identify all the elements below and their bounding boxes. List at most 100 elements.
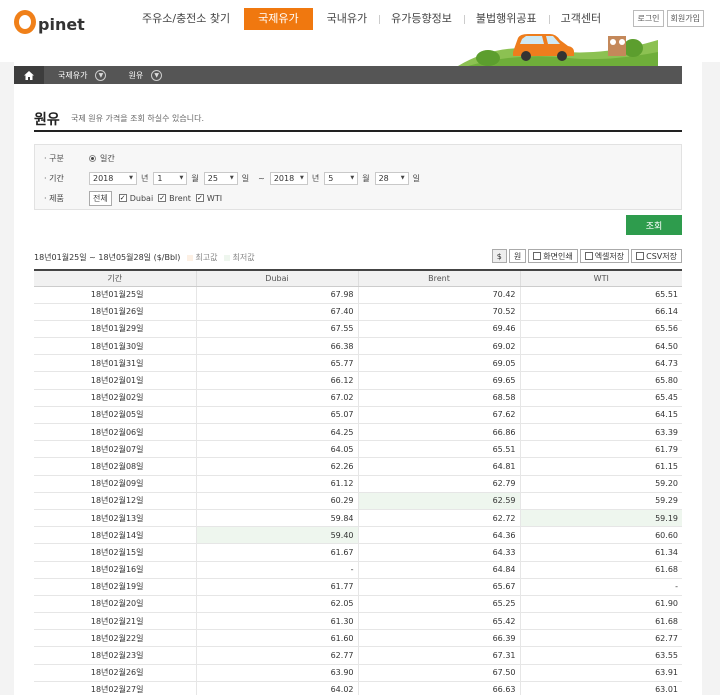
dollar-button[interactable]: $ xyxy=(491,249,507,263)
table-row: 18년02월13일 59.84 62.72 59.19 xyxy=(34,509,682,528)
price-cell: 63.90 xyxy=(195,664,358,682)
to-month-select[interactable]: 5 ▼ xyxy=(324,171,359,185)
price-cell: 62.59 xyxy=(357,492,520,510)
date-cell: 18년02월26일 xyxy=(34,664,196,682)
table-row: 18년02월01일 66.12 69.65 65.80 xyxy=(34,371,682,390)
price-cell: 61.90 xyxy=(519,595,682,614)
price-cell: 65.80 xyxy=(519,371,682,390)
date-cell: 18년02월05일 xyxy=(34,406,196,425)
table-body: 18년01월25일 67.98 70.42 65.51 18년01월26일 67.40 70… xyxy=(34,286,682,695)
table-row: 18년02월16일 -64.84 61.68 xyxy=(34,561,682,579)
dubai-checkbox[interactable]: ✓ xyxy=(118,194,127,202)
from-day-select[interactable]: 25 ▼ xyxy=(203,171,238,185)
chevron-down-icon: ▼ xyxy=(400,175,405,181)
unit-year: 년 xyxy=(141,173,149,183)
price-cell: 64.05 xyxy=(195,440,358,459)
wti-checkbox[interactable]: ✓ xyxy=(195,194,204,202)
price-cell: 69.65 xyxy=(357,371,520,390)
chevron-down-icon: ▼ xyxy=(229,175,234,181)
table-row: 18년01월29일 67.55 69.46 65.56 xyxy=(34,320,682,339)
date-cell: 18년02월07일 xyxy=(34,440,196,459)
nav-domestic-oil[interactable]: 국내유가 xyxy=(315,8,379,30)
table-row: 18년02월02일 67.02 68.58 65.45 xyxy=(34,389,682,407)
price-cell: 67.62 xyxy=(357,406,520,425)
print-button[interactable]: 화면인쇄 xyxy=(528,249,578,263)
date-cell: 18년02월23일 xyxy=(34,646,196,665)
search-row-product: · 제품 전체 ✓ Dubai ✓ Brent ✓ WTI xyxy=(35,188,681,208)
excel-button[interactable]: 엑셀저장 xyxy=(579,249,630,263)
date-cell: 18년02월08일 xyxy=(34,457,196,476)
table-row: 18년02월21일 61.30 65.42 61.68 xyxy=(34,612,682,631)
search-button[interactable]: 조회 xyxy=(626,215,682,235)
daily-radio[interactable] xyxy=(89,154,96,162)
breadcrumb-label: 국제유가 xyxy=(58,70,88,80)
price-cell: 61.68 xyxy=(519,561,682,579)
wti-checkbox-label: WTI xyxy=(206,193,223,203)
nav-price-trend[interactable]: 유가등향정보 xyxy=(379,8,464,30)
price-cell: 63.39 xyxy=(519,423,682,442)
price-cell: 64.02 xyxy=(195,681,358,695)
page-background-right xyxy=(702,62,720,695)
price-cell: 67.31 xyxy=(357,646,520,665)
legend-high-label: 최고값 xyxy=(195,253,218,262)
price-cell: 69.02 xyxy=(357,337,520,356)
price-cell: 62.77 xyxy=(195,646,358,665)
chevron-down-icon: ▼ xyxy=(350,175,355,181)
opinet-logo[interactable]: pinet xyxy=(14,8,85,34)
breadcrumb-crude-oil[interactable]: 원유 ▼ xyxy=(114,66,170,84)
to-year-select[interactable]: 2018 ▼ xyxy=(269,171,308,185)
price-cell: 59.84 xyxy=(195,509,358,528)
period-label: · 기간 xyxy=(44,173,64,183)
printer-icon xyxy=(533,252,542,260)
brent-checkbox[interactable]: ✓ xyxy=(158,194,167,202)
type-label: · 구분 xyxy=(44,153,64,163)
table-row: 18년02월14일 59.40 64.36 60.60 xyxy=(34,526,682,545)
chevron-down-icon[interactable]: ▼ xyxy=(95,69,107,81)
table-row: 18년01월31일 65.77 69.05 64.73 xyxy=(34,354,682,373)
excel-icon xyxy=(584,252,593,260)
csv-button[interactable]: CSV저장 xyxy=(631,249,682,263)
date-cell: 18년02월12일 xyxy=(34,492,196,510)
price-cell: 63.55 xyxy=(519,646,682,665)
price-cell: 61.68 xyxy=(519,612,682,631)
nav-international-oil[interactable]: 국제유가 xyxy=(244,8,313,30)
unit-day: 일 xyxy=(241,173,250,183)
from-year-select[interactable]: 2018 ▼ xyxy=(89,171,137,185)
price-cell: 61.77 xyxy=(195,578,358,596)
price-cell: 70.52 xyxy=(357,303,520,321)
date-cell: 18년02월02일 xyxy=(34,389,196,407)
price-cell: 64.84 xyxy=(357,561,520,579)
product-label: · 제품 xyxy=(44,193,64,203)
price-cell: 69.05 xyxy=(357,354,520,373)
won-button[interactable]: 원 xyxy=(508,249,527,263)
from-month-select[interactable]: 1 ▼ xyxy=(153,171,188,185)
to-day-select[interactable]: 28 ▼ xyxy=(374,171,409,185)
signup-button[interactable]: 회원가입 xyxy=(666,10,704,27)
nav-station-search[interactable]: 주유소/충전소 찾기 xyxy=(130,8,242,30)
date-cell: 18년02월01일 xyxy=(34,371,196,390)
home-icon[interactable] xyxy=(14,66,44,84)
chevron-down-icon[interactable]: ▼ xyxy=(151,69,163,81)
table-row: 18년02월15일 61.67 64.33 61.34 xyxy=(34,543,682,562)
price-cell: 68.58 xyxy=(357,389,520,407)
price-cell: 65.42 xyxy=(357,612,520,631)
price-cell: 65.25 xyxy=(357,595,520,614)
table-row: 18년02월27일 64.02 66.63 63.01 xyxy=(34,681,682,695)
price-cell: 65.45 xyxy=(519,389,682,407)
price-cell: 59.29 xyxy=(519,492,682,510)
logo-o-mark xyxy=(14,10,36,34)
excel-label: 엑셀저장 xyxy=(594,251,625,261)
legend-low-label: 최저값 xyxy=(232,253,255,262)
price-cell: 70.42 xyxy=(357,286,520,304)
price-cell: 61.67 xyxy=(195,543,358,562)
date-cell: 18년01월29일 xyxy=(34,320,196,339)
price-cell: 66.86 xyxy=(357,423,520,442)
price-cell: 64.36 xyxy=(357,526,520,545)
price-cell: - xyxy=(519,578,682,596)
date-cell: 18년02월13일 xyxy=(34,509,196,528)
unit-month: 월 xyxy=(191,173,199,183)
price-cell: 66.12 xyxy=(195,371,358,390)
select-all-button[interactable]: 전체 xyxy=(89,190,112,206)
breadcrumb-international-oil[interactable]: 국제유가 ▼ xyxy=(44,66,114,84)
table-row: 18년02월07일 64.05 65.51 61.79 xyxy=(34,440,682,459)
